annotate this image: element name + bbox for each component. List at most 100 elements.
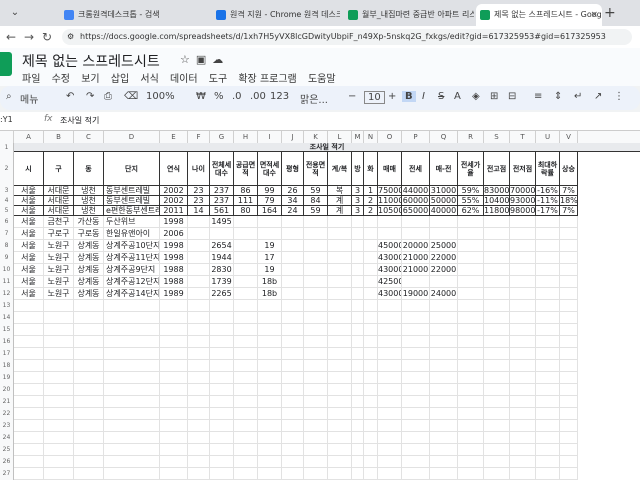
header-cell[interactable]: 면적세대수 — [258, 152, 282, 186]
sheets-logo-icon[interactable] — [0, 52, 12, 76]
table-cell[interactable] — [536, 288, 560, 300]
empty-cell[interactable] — [304, 372, 328, 384]
empty-cell[interactable] — [484, 372, 510, 384]
empty-cell[interactable] — [234, 408, 258, 420]
empty-cell[interactable] — [188, 384, 210, 396]
empty-cell[interactable] — [402, 444, 430, 456]
empty-cell[interactable] — [510, 300, 536, 312]
table-cell[interactable] — [484, 252, 510, 264]
empty-cell[interactable] — [234, 360, 258, 372]
table-cell[interactable] — [282, 264, 304, 276]
empty-cell[interactable] — [188, 444, 210, 456]
table-cell[interactable] — [364, 276, 378, 288]
empty-cell[interactable] — [188, 456, 210, 468]
table-cell[interactable]: 상계주공10단지 — [104, 240, 160, 252]
empty-cell[interactable] — [282, 432, 304, 444]
empty-cell[interactable] — [304, 468, 328, 480]
header-cell[interactable]: 최대하락률 — [536, 152, 560, 186]
table-cell[interactable]: 2265 — [210, 288, 234, 300]
empty-cell[interactable] — [458, 372, 484, 384]
empty-cell[interactable] — [560, 324, 578, 336]
empty-cell[interactable] — [484, 444, 510, 456]
table-cell[interactable] — [364, 252, 378, 264]
vertical-align-icon[interactable]: ⇕ — [554, 91, 562, 102]
table-cell[interactable]: 상계주공11단지 — [104, 252, 160, 264]
table-cell[interactable] — [536, 264, 560, 276]
table-cell[interactable]: 1944 — [210, 252, 234, 264]
menu-edit[interactable]: 수정 — [52, 74, 70, 85]
table-cell[interactable] — [282, 216, 304, 228]
table-cell[interactable] — [536, 216, 560, 228]
empty-cell[interactable] — [234, 336, 258, 348]
empty-cell[interactable] — [104, 300, 160, 312]
table-cell[interactable]: 서대문 — [44, 196, 74, 206]
merge-cells-icon[interactable]: ⊟ — [508, 91, 516, 102]
empty-cell[interactable] — [402, 348, 430, 360]
empty-cell[interactable] — [44, 468, 74, 480]
font-size-increase-icon[interactable]: + — [388, 91, 396, 102]
empty-cell[interactable] — [458, 312, 484, 324]
table-cell[interactable] — [364, 240, 378, 252]
empty-cell[interactable] — [352, 300, 364, 312]
empty-cell[interactable] — [510, 360, 536, 372]
empty-cell[interactable] — [282, 396, 304, 408]
zoom-select[interactable]: 100% — [146, 91, 175, 102]
table-cell[interactable] — [430, 216, 458, 228]
empty-cell[interactable] — [402, 408, 430, 420]
table-cell[interactable]: 93000 — [510, 196, 536, 206]
empty-cell[interactable] — [510, 384, 536, 396]
empty-cell[interactable] — [536, 360, 560, 372]
table-cell[interactable]: 상계주공9단지 — [104, 264, 160, 276]
table-cell[interactable]: 14 — [188, 206, 210, 216]
table-cell[interactable]: 23 — [188, 186, 210, 196]
empty-cell[interactable] — [188, 348, 210, 360]
empty-cell[interactable] — [188, 300, 210, 312]
table-cell[interactable] — [282, 288, 304, 300]
empty-cell[interactable] — [234, 468, 258, 480]
table-cell[interactable] — [234, 228, 258, 240]
empty-cell[interactable] — [160, 408, 188, 420]
header-cell[interactable]: 전세가율 — [458, 152, 484, 186]
table-cell[interactable]: 42500 — [378, 276, 402, 288]
empty-cell[interactable] — [364, 444, 378, 456]
search-icon[interactable]: ⌕ — [6, 91, 12, 102]
empty-cell[interactable] — [510, 312, 536, 324]
empty-cell[interactable] — [402, 468, 430, 480]
table-cell[interactable]: 상계동 — [74, 264, 104, 276]
table-cell[interactable] — [304, 252, 328, 264]
empty-cell[interactable] — [104, 420, 160, 432]
move-folder-icon[interactable]: ▣ — [196, 53, 212, 66]
header-cell[interactable]: 전체세대수 — [210, 152, 234, 186]
empty-cell[interactable] — [304, 336, 328, 348]
empty-cell[interactable] — [402, 336, 430, 348]
empty-cell[interactable] — [104, 432, 160, 444]
empty-cell[interactable] — [44, 336, 74, 348]
empty-cell[interactable] — [560, 372, 578, 384]
table-cell[interactable] — [282, 252, 304, 264]
table-cell[interactable] — [304, 264, 328, 276]
more-tools-icon[interactable]: ⋮ — [614, 91, 624, 102]
empty-cell[interactable] — [210, 420, 234, 432]
undo-icon[interactable]: ↶ — [66, 91, 74, 102]
empty-cell[interactable] — [258, 396, 282, 408]
table-cell[interactable]: -17% — [536, 206, 560, 216]
table-cell[interactable] — [304, 216, 328, 228]
table-cell[interactable]: 237 — [210, 186, 234, 196]
empty-cell[interactable] — [282, 384, 304, 396]
table-cell[interactable] — [458, 240, 484, 252]
row-header[interactable]: 23 — [0, 420, 14, 432]
empty-cell[interactable] — [510, 420, 536, 432]
empty-cell[interactable] — [560, 444, 578, 456]
empty-cell[interactable] — [234, 312, 258, 324]
empty-cell[interactable] — [74, 432, 104, 444]
table-cell[interactable]: 동부센트레빌 — [104, 196, 160, 206]
empty-cell[interactable] — [188, 408, 210, 420]
empty-cell[interactable] — [328, 432, 352, 444]
empty-cell[interactable] — [14, 456, 44, 468]
empty-cell[interactable] — [458, 396, 484, 408]
row-header[interactable]: 4 — [0, 196, 14, 206]
table-cell[interactable]: 59% — [458, 186, 484, 196]
table-cell[interactable] — [402, 228, 430, 240]
row-header[interactable]: 2 — [0, 152, 14, 186]
empty-cell[interactable] — [560, 432, 578, 444]
